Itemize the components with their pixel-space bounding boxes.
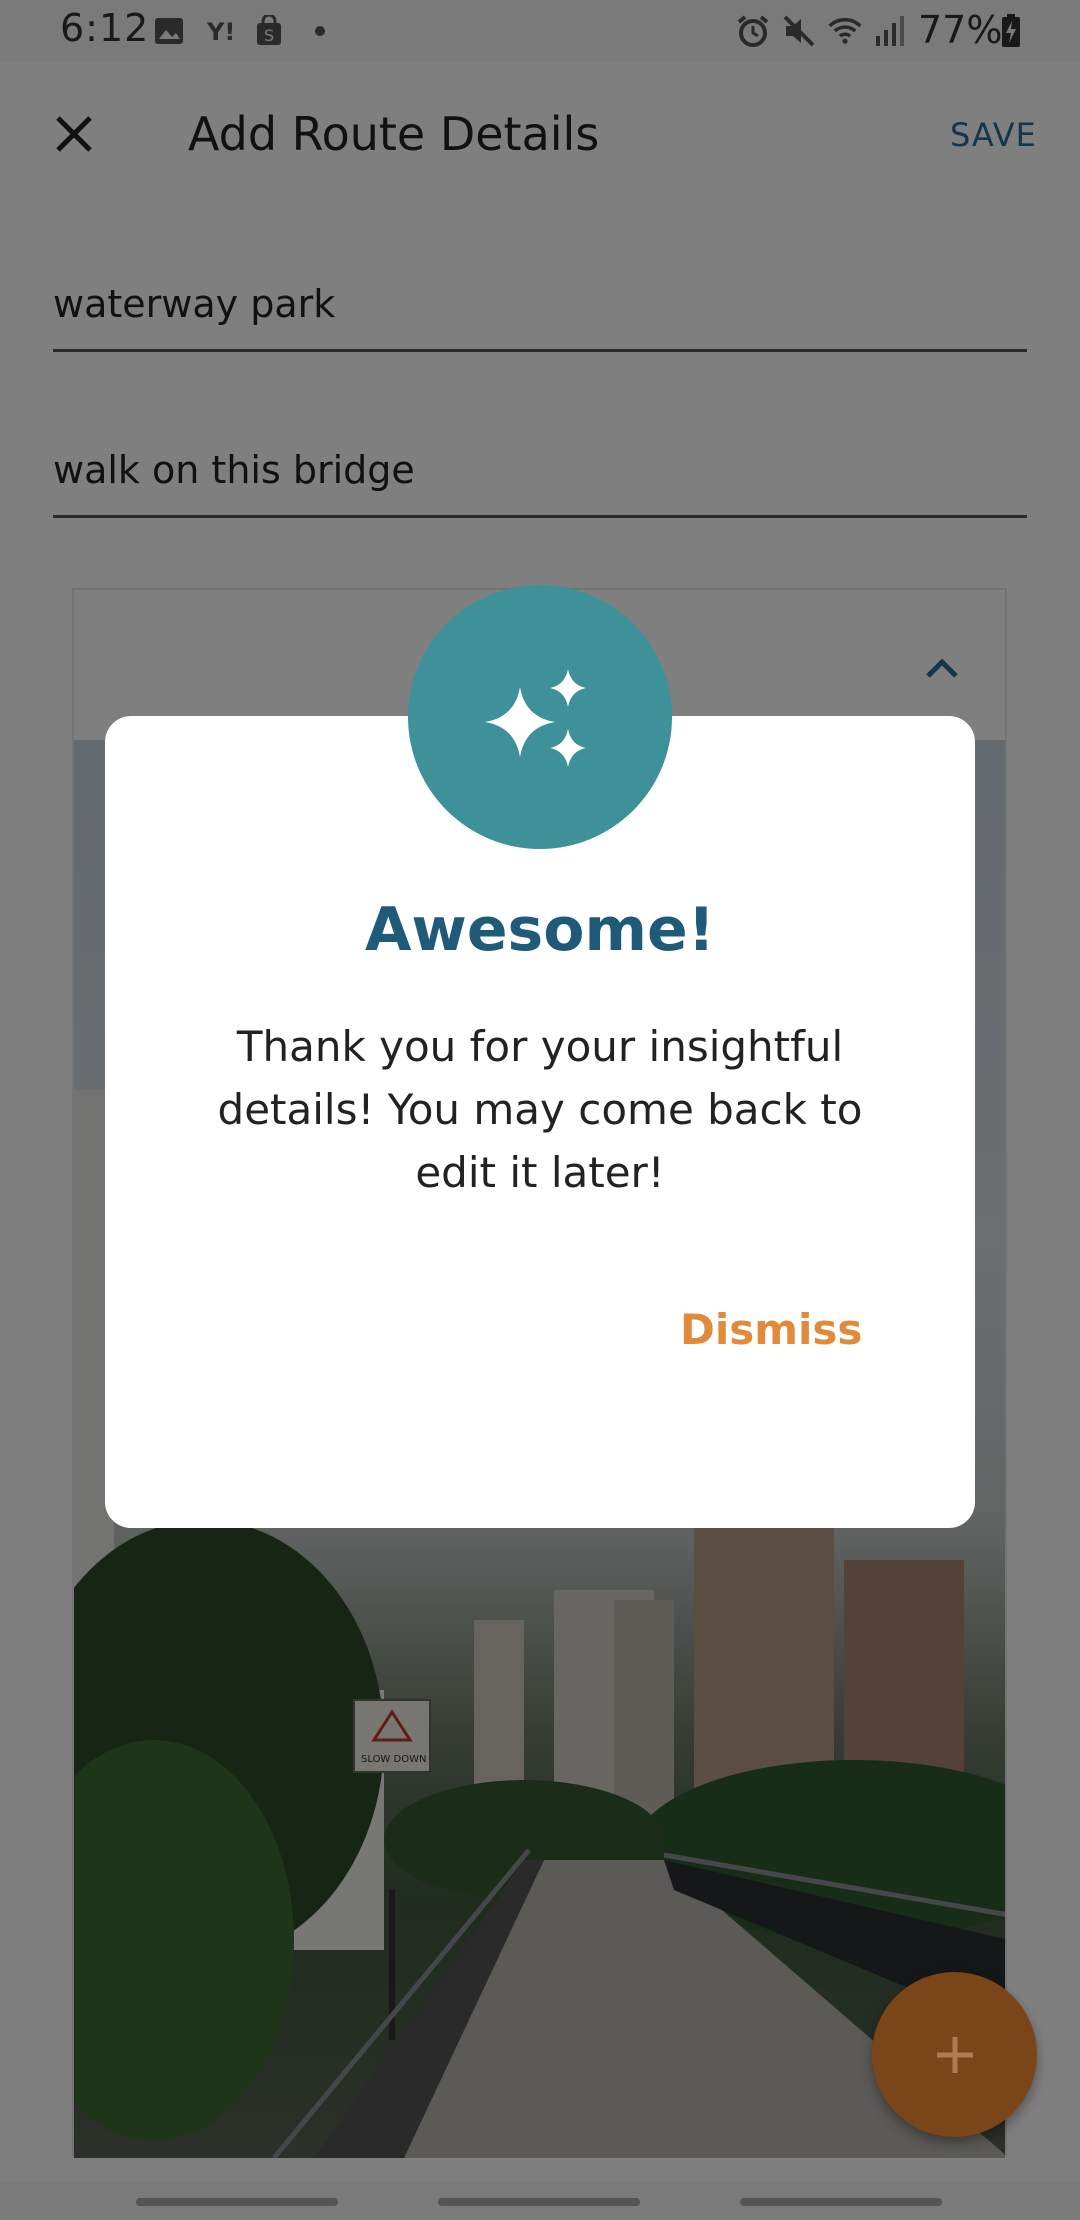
- app-screen: 6:12 Y! S 77% Add Route: [0, 0, 1080, 2220]
- dismiss-button[interactable]: Dismiss: [680, 1305, 862, 1354]
- plus-icon: [936, 2036, 973, 2073]
- dialog-title: Awesome!: [364, 895, 716, 965]
- dialog-badge: [408, 585, 672, 849]
- dialog-message: Thank you for your insightful details! Y…: [217, 1022, 863, 1197]
- sparkles-icon: [485, 669, 586, 767]
- add-fab-button[interactable]: [872, 1972, 1037, 2137]
